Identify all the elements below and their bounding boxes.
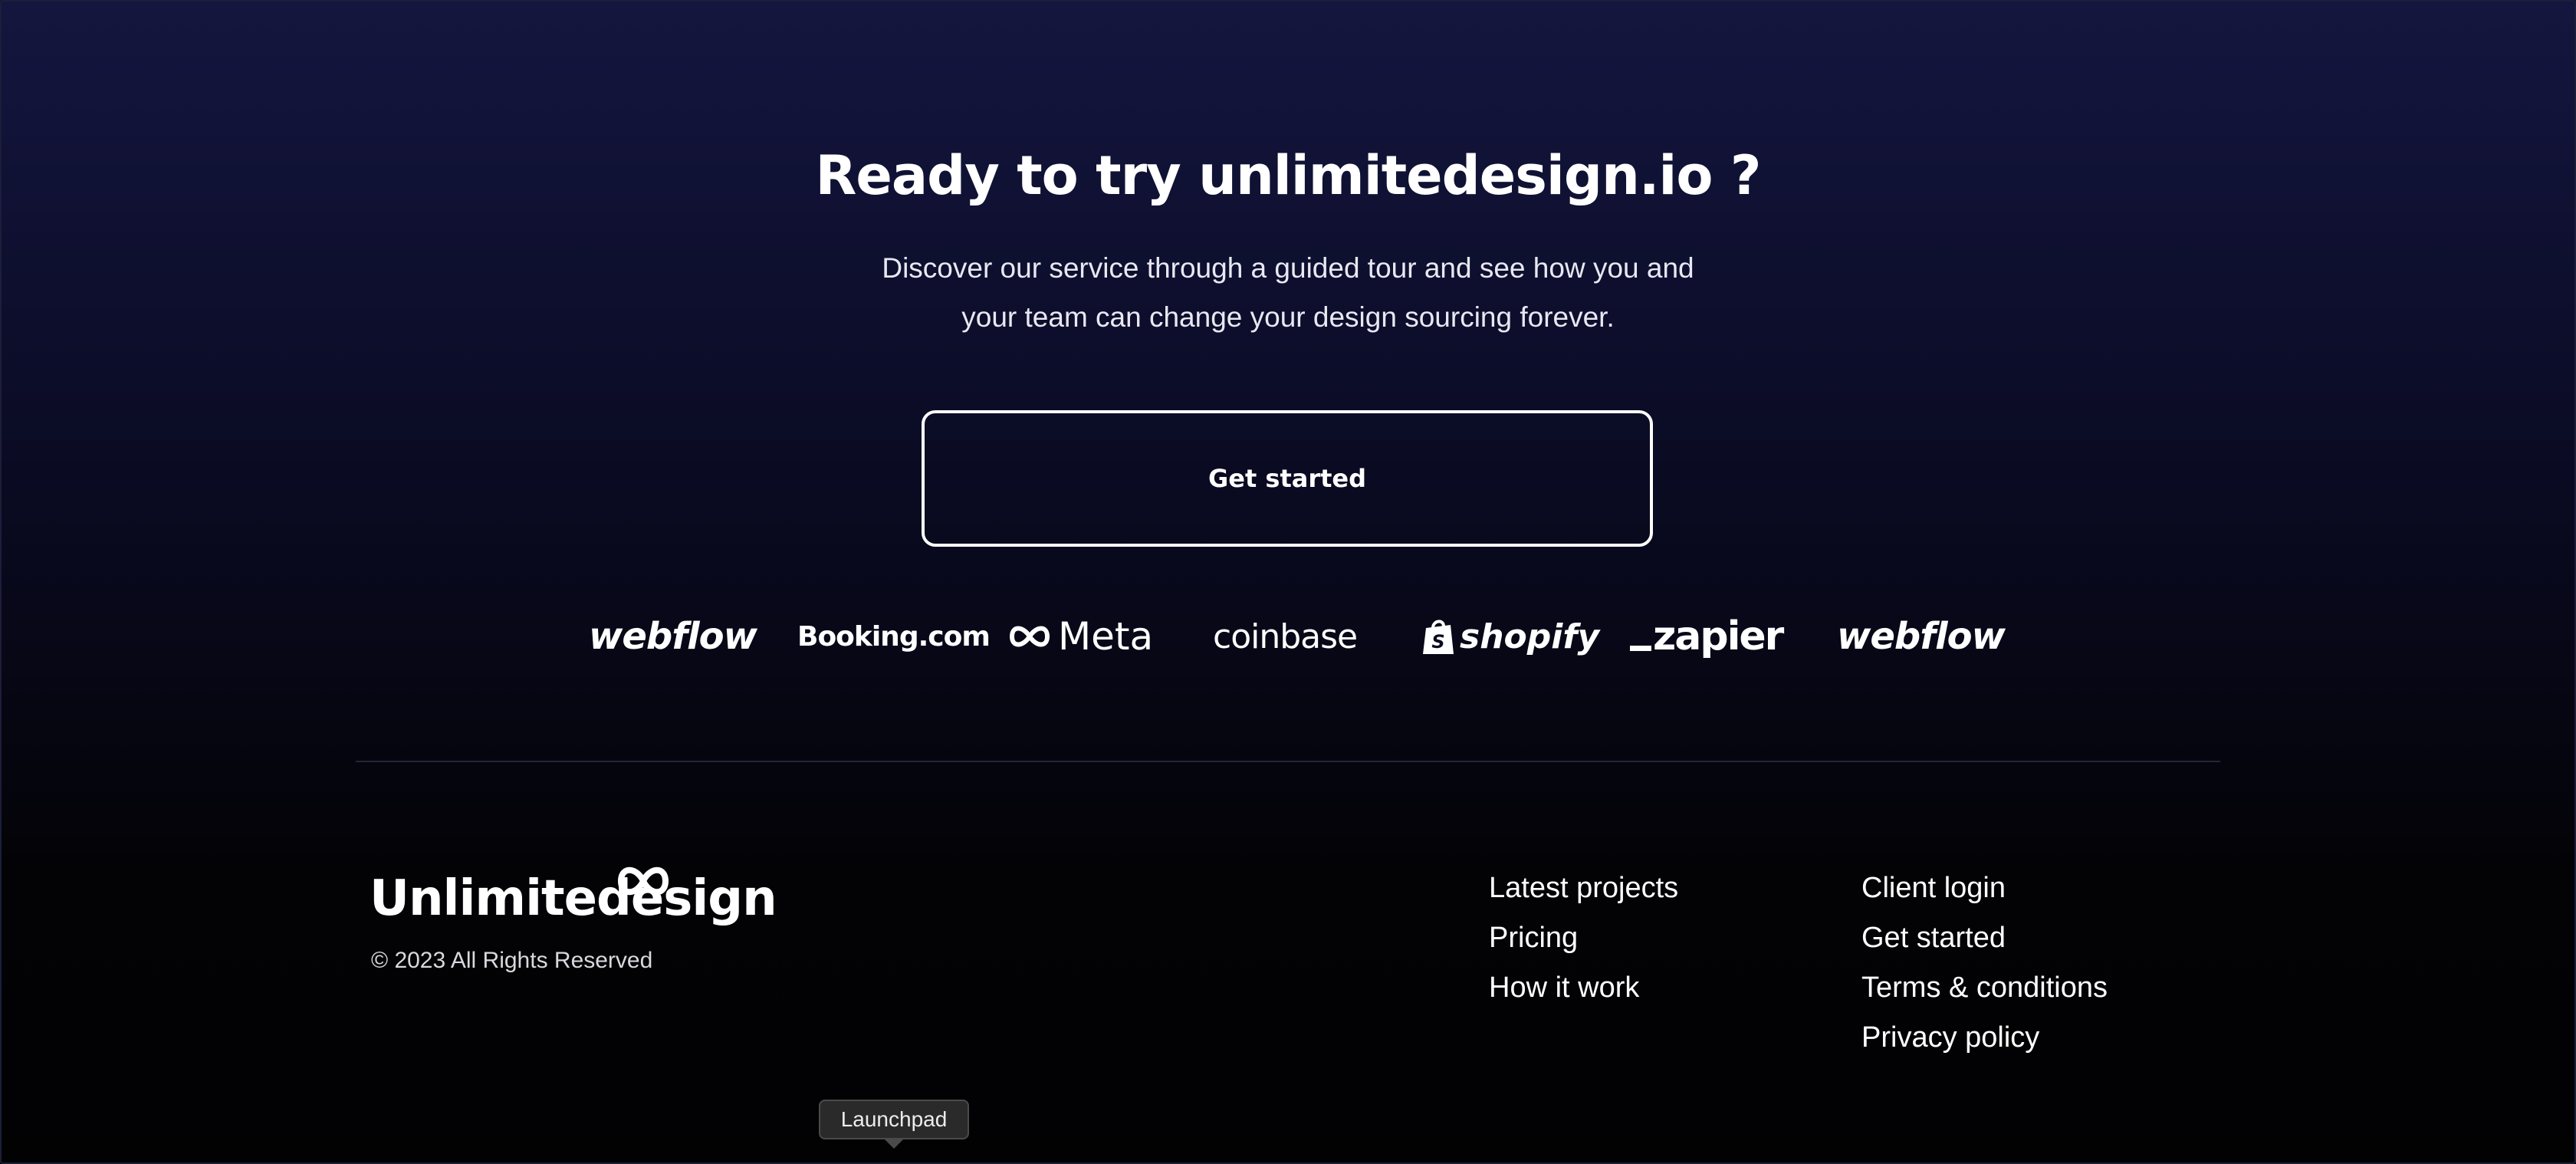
hero-description: Discover our service through a guided to… [882,252,1694,333]
svg-text:S: S [1431,631,1444,653]
meta-infinity-icon [1009,626,1050,647]
shopify-bag-icon: S [1423,620,1454,654]
footer-link-client-login[interactable]: Client login [1861,863,2108,913]
get-started-button[interactable]: Get started [922,410,1653,547]
zapier-logo-text: zapier [1653,613,1784,659]
client-logos: webflow Booking.com Meta coinbase S shop… [583,606,2006,667]
zapier-underscore-icon [1630,645,1651,651]
shopify-logo: S shopify [1421,606,1599,667]
webflow-logo: webflow [1837,615,2006,658]
footer-link-how-it-work[interactable]: How it work [1489,963,1678,1013]
booking-logo: Booking.com [797,620,991,653]
footer-link-get-started[interactable]: Get started [1861,913,2108,963]
coinbase-logo: coinbase [1213,617,1358,656]
footer-link-pricing[interactable]: Pricing [1489,913,1678,963]
footer-links-secondary: Client login Get started Terms & conditi… [1861,863,2108,1063]
webflow-logo: webflow [589,615,757,658]
tooltip-arrow [885,1139,903,1149]
footer-link-privacy[interactable]: Privacy policy [1861,1013,2108,1063]
footer-link-latest-projects[interactable]: Latest projects [1489,863,1678,913]
shopify-logo-text: shopify [1460,617,1600,656]
footer-link-terms[interactable]: Terms & conditions [1861,963,2108,1013]
meta-logo-text: Meta [1058,614,1154,659]
brand-logo[interactable]: Unlimitedesign [370,874,777,923]
meta-logo: Meta [1006,606,1153,667]
launchpad-tooltip: Launchpad [819,1100,969,1139]
zapier-logo: zapier [1630,606,1784,667]
hero-title: Ready to try unlimitedesign.io ? [815,144,1762,207]
footer-links-primary: Latest projects Pricing How it work [1489,863,1678,1013]
copyright-text: © 2023 All Rights Reserved [371,948,653,973]
footer-divider [356,761,2220,762]
